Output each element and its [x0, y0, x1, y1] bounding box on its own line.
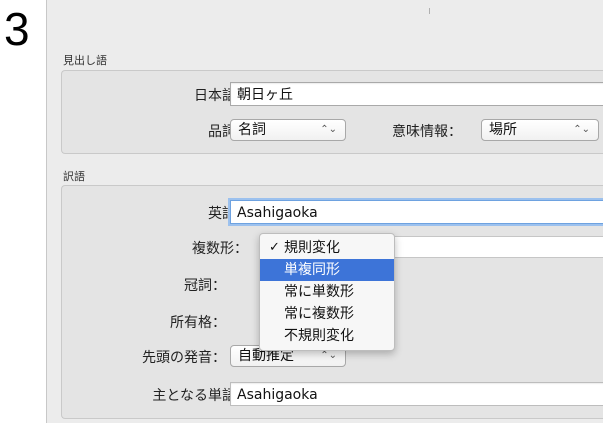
- translation-section-title: 訳語: [63, 170, 85, 183]
- popup-arrows-icon: ⌃⌄: [320, 124, 337, 135]
- window-tick-mark: [429, 8, 430, 14]
- possessive-label: 所有格：: [170, 315, 226, 331]
- mainword-field[interactable]: Asahigaoka: [230, 382, 603, 406]
- article-label: 冠詞：: [184, 278, 226, 294]
- pos-popup-value: 名詞: [238, 122, 266, 138]
- plural-label: 複数形：: [192, 241, 248, 257]
- english-field[interactable]: Asahigaoka: [230, 200, 603, 224]
- semantic-label: 意味情報：: [392, 124, 462, 140]
- semantic-popup-value: 場所: [489, 122, 517, 138]
- step-number: 3: [4, 3, 30, 55]
- menu-item-always-singular[interactable]: 常に単数形: [260, 281, 394, 303]
- menu-item-irregular[interactable]: 不規則変化: [260, 325, 394, 347]
- semantic-popup[interactable]: 場所 ⌃⌄: [481, 119, 599, 141]
- popup-arrows-icon: ⌃⌄: [573, 124, 590, 135]
- pronunciation-label: 先頭の発音：: [142, 350, 226, 366]
- menu-item-label: 常に単数形: [284, 284, 354, 300]
- menu-item-label: 規則変化: [284, 240, 340, 256]
- plural-dropdown-menu: ✓ 規則変化 単複同形 常に単数形 常に複数形 不規則変化: [259, 233, 395, 351]
- japanese-field[interactable]: 朝日ヶ丘: [230, 82, 603, 106]
- menu-item-label: 常に複数形: [284, 306, 354, 322]
- menu-item-unchanged[interactable]: 単複同形: [260, 259, 394, 281]
- menu-item-always-plural[interactable]: 常に複数形: [260, 303, 394, 325]
- menu-item-regular[interactable]: ✓ 規則変化: [260, 237, 394, 259]
- menu-item-label: 単複同形: [284, 262, 340, 278]
- pos-popup[interactable]: 名詞 ⌃⌄: [230, 119, 346, 141]
- checkmark-icon: ✓: [269, 240, 280, 255]
- menu-item-label: 不規則変化: [284, 328, 354, 344]
- headword-section-title: 見出し語: [63, 54, 107, 67]
- headword-group: 日本語： 朝日ヶ丘 品詞： 名詞 ⌃⌄ 意味情報： 場所 ⌃⌄: [61, 70, 603, 154]
- dictionary-entry-window: 見出し語 日本語： 朝日ヶ丘 品詞： 名詞 ⌃⌄ 意味情報： 場所 ⌃⌄ 訳語 …: [46, 0, 603, 423]
